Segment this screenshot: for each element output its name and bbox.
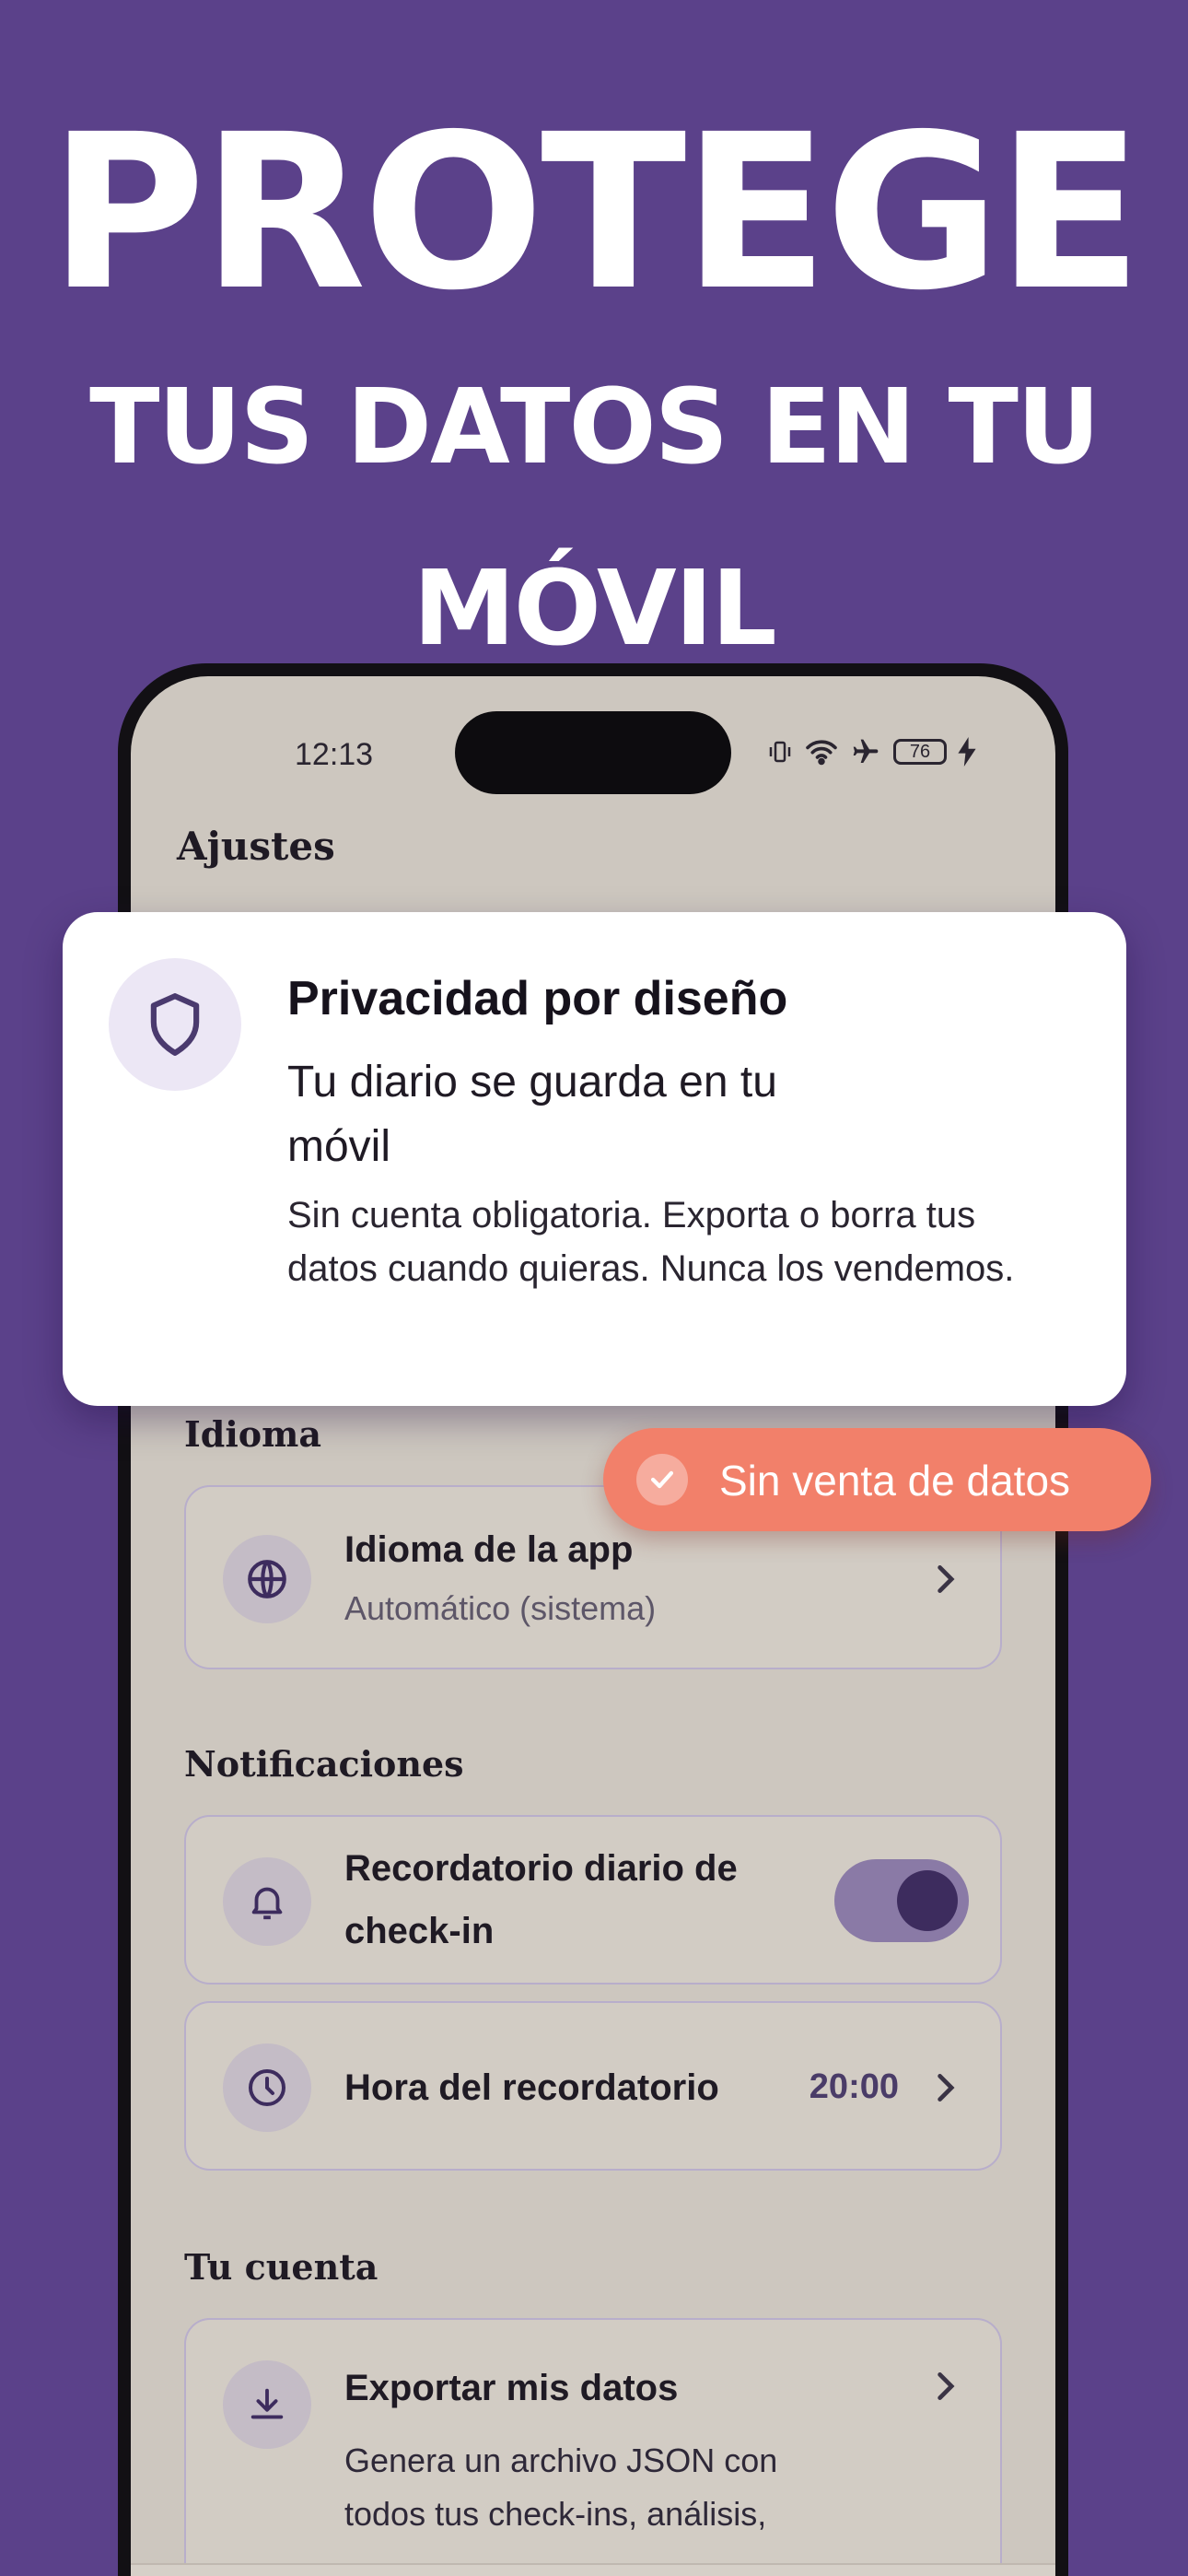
charging-icon	[958, 737, 976, 767]
globe-icon	[223, 1535, 311, 1623]
daily-reminder-title: Recordatorio diario de check-in	[344, 1848, 738, 1951]
battery-indicator: 76	[893, 739, 947, 765]
vibrate-icon	[769, 741, 791, 763]
privacy-card-body: Sin cuenta obligatoria. Exporta o borra …	[287, 1195, 1015, 1289]
reminder-time-value: 20:00	[809, 2067, 899, 2106]
export-data-title: Exportar mis datos	[344, 2368, 679, 2408]
export-data-description: Genera un archivo JSON con todos tus che…	[344, 2441, 778, 2533]
hero-subtitle-line2: MÓVIL	[413, 549, 776, 669]
status-time: 12:13	[295, 737, 374, 772]
privacy-card-subtitle: Tu diario se guarda en tu móvil	[287, 1058, 777, 1171]
privacy-card: Privacidad por diseño Tu diario se guard…	[63, 912, 1126, 1406]
reminder-time-title: Hora del recordatorio	[344, 2067, 719, 2108]
privacy-card-title: Privacidad por diseño	[287, 972, 788, 1025]
language-setting-value: Automático (sistema)	[344, 1589, 657, 1627]
download-icon	[223, 2360, 311, 2449]
bottom-tab-bar	[131, 2563, 1055, 2576]
clock-icon	[223, 2043, 311, 2132]
export-data-setting[interactable]: Exportar mis datos Genera un archivo JSO…	[184, 2318, 1002, 2576]
daily-reminder-setting: Recordatorio diario de check-in	[184, 1815, 1002, 1985]
screen-title: Ajustes	[177, 824, 335, 869]
chevron-right-icon	[926, 2069, 963, 2106]
hero-subtitle-line1: TUS DATOS EN TU	[89, 368, 1101, 487]
section-heading-account: Tu cuenta	[184, 2246, 379, 2288]
chevron-right-icon	[926, 2368, 963, 2405]
reminder-time-setting[interactable]: Hora del recordatorio 20:00	[184, 2001, 1002, 2171]
daily-reminder-toggle[interactable]	[834, 1859, 969, 1942]
check-circle-icon	[636, 1454, 688, 1505]
toggle-knob	[897, 1870, 958, 1931]
section-heading-notifications: Notificaciones	[184, 1743, 464, 1785]
no-data-sale-badge: Sin venta de datos	[603, 1428, 1151, 1531]
chevron-right-icon	[926, 1561, 963, 1598]
hero-title: PROTEGE	[49, 88, 1143, 337]
dynamic-island	[455, 711, 731, 794]
wifi-icon	[806, 740, 837, 766]
bell-icon	[223, 1857, 311, 1946]
badge-label: Sin venta de datos	[719, 1457, 1071, 1505]
shield-icon	[109, 958, 241, 1091]
status-icons: 76	[766, 732, 976, 772]
airplane-icon	[853, 739, 879, 763]
language-setting-title: Idioma de la app	[344, 1529, 634, 1570]
section-heading-language: Idioma	[184, 1413, 321, 1455]
